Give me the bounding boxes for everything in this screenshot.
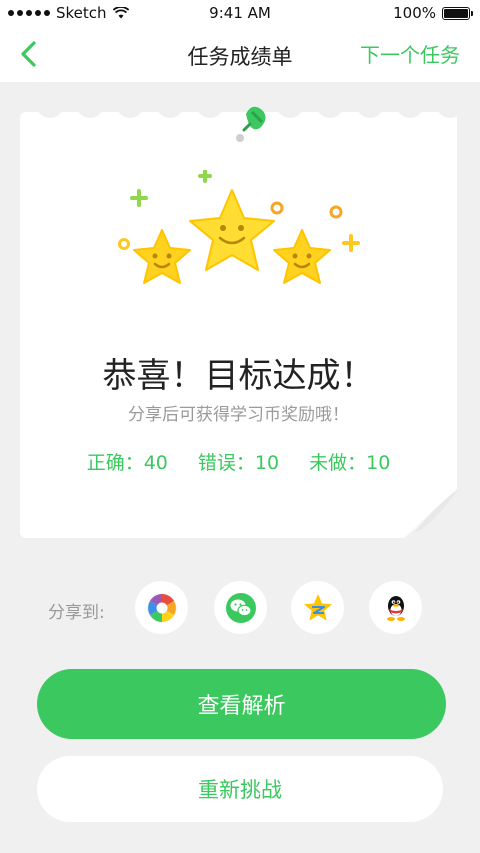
chevron-left-icon[interactable] (16, 38, 44, 70)
share-qq-button[interactable] (369, 581, 422, 634)
share-wechat-button[interactable] (214, 581, 267, 634)
share-qzone-button[interactable] (291, 581, 344, 634)
stat-undone: 未做：10 (309, 452, 391, 474)
stats-row: 正确：40 错误：10 未做：10 (20, 448, 457, 475)
qzone-icon (303, 593, 332, 621)
stat-correct: 正确：40 (86, 452, 168, 474)
qq-penguin-icon (386, 595, 405, 621)
next-task-link[interactable]: 下一个任务 (360, 39, 460, 68)
three-stars-illustration (118, 170, 360, 284)
share-label: 分享到: (48, 603, 105, 623)
success-headline: 恭喜！目标达成！ (102, 356, 375, 396)
share-reward-hint: 分享后可获得学习币奖励哦！ (128, 405, 349, 425)
view-analysis-button[interactable]: 查看解析 (37, 669, 446, 739)
battery-percent: 100% (393, 4, 436, 22)
retry-challenge-button[interactable]: 重新挑战 (37, 756, 443, 822)
camera-aperture-icon (146, 592, 177, 623)
nav-bar: 任务成绩单 下一个任务 (0, 26, 480, 82)
wechat-icon (225, 592, 256, 623)
battery-icon (442, 6, 473, 20)
share-moments-button[interactable] (135, 581, 188, 634)
status-battery-group: 100% (393, 4, 473, 22)
pushpin-icon (236, 106, 266, 142)
page-curl-corner (404, 488, 458, 538)
status-bar: Sketch 9:41 AM 100% (0, 0, 480, 26)
stat-wrong: 错误：10 (197, 452, 280, 474)
